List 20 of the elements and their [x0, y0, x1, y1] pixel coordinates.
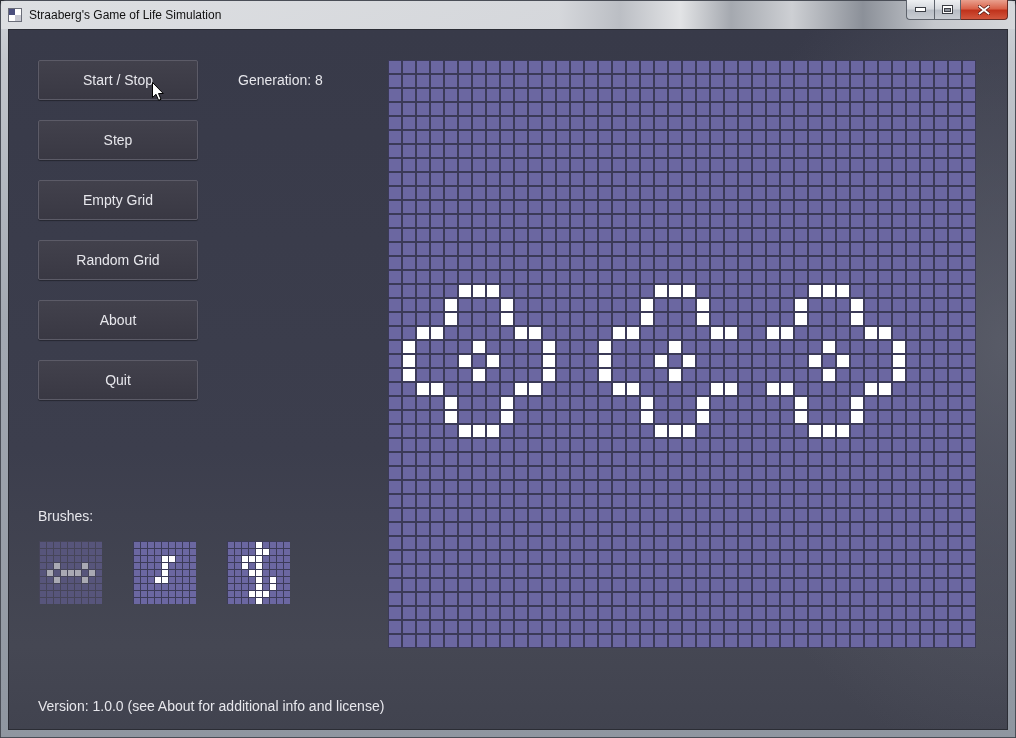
command-button[interactable]: Empty Grid — [38, 180, 198, 220]
brush-button[interactable] — [133, 541, 196, 604]
command-button[interactable]: Step — [38, 120, 198, 160]
window-title: Straaberg's Game of Life Simulation — [29, 8, 222, 22]
minimize-icon — [915, 7, 926, 12]
close-icon — [978, 4, 990, 15]
command-button[interactable]: Random Grid — [38, 240, 198, 280]
maximize-icon — [942, 5, 953, 14]
mouse-pointer-icon — [152, 82, 164, 101]
command-button[interactable]: Quit — [38, 360, 198, 400]
minimize-button[interactable] — [906, 0, 934, 20]
brushes-label: Brushes: — [38, 508, 94, 524]
brush-button[interactable] — [227, 541, 290, 604]
version-text: Version: 1.0.0 (see About for additional info and license) — [38, 698, 385, 714]
maximize-button[interactable] — [934, 0, 961, 20]
app-icon — [8, 8, 22, 22]
close-button[interactable] — [961, 0, 1008, 20]
command-button[interactable]: Start / Stop — [38, 60, 198, 100]
command-button[interactable]: About — [38, 300, 198, 340]
generation-label: Generation: 8 — [238, 71, 323, 90]
